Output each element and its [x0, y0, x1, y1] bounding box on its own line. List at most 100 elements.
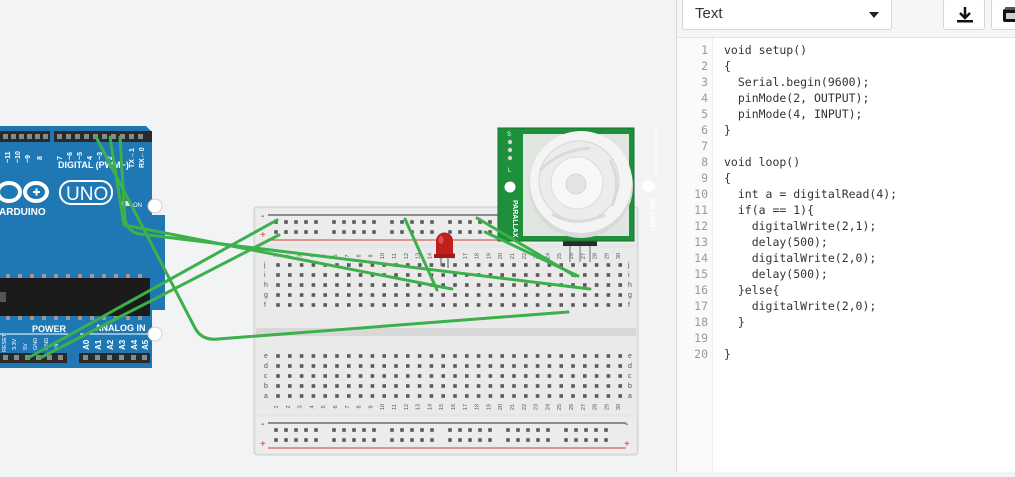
rail-hole[interactable]: [342, 428, 346, 432]
breadboard-hole[interactable]: [488, 303, 493, 307]
breadboard-hole[interactable]: [311, 303, 316, 307]
rail-hole[interactable]: [420, 220, 424, 224]
rail-hole[interactable]: [274, 438, 278, 442]
breadboard-hole[interactable]: [441, 354, 445, 358]
rail-hole[interactable]: [362, 230, 366, 234]
rail-hole[interactable]: [584, 438, 588, 442]
breadboard-hole[interactable]: [347, 303, 351, 307]
breadboard-hole[interactable]: [524, 293, 528, 297]
breadboard-hole[interactable]: [335, 384, 339, 388]
rail-hole[interactable]: [536, 438, 540, 442]
breadboard-hole[interactable]: [276, 364, 280, 368]
rail-hole[interactable]: [352, 428, 356, 432]
rail-hole[interactable]: [390, 438, 394, 442]
breadboard-hole[interactable]: [465, 293, 469, 297]
rail-hole[interactable]: [584, 428, 588, 432]
rail-hole[interactable]: [352, 230, 356, 234]
breadboard-hole[interactable]: [488, 394, 493, 398]
code-line[interactable]: pinMode(2, OUTPUT);: [724, 90, 870, 106]
breadboard-hole[interactable]: [618, 263, 622, 267]
breadboard-hole[interactable]: [382, 374, 386, 378]
breadboard-hole[interactable]: [465, 384, 469, 388]
breadboard-hole[interactable]: [382, 293, 386, 297]
breadboard-hole[interactable]: [606, 263, 611, 267]
rail-hole[interactable]: [546, 438, 550, 442]
breadboard-hole[interactable]: [500, 394, 504, 398]
rail-hole[interactable]: [478, 438, 482, 442]
breadboard-hole[interactable]: [276, 283, 280, 287]
breadboard-hole[interactable]: [323, 384, 327, 388]
breadboard-hole[interactable]: [583, 293, 587, 297]
rail-hole[interactable]: [448, 220, 452, 224]
breadboard-hole[interactable]: [358, 263, 363, 267]
rail-hole[interactable]: [294, 220, 298, 224]
rail-hole[interactable]: [332, 220, 336, 224]
breadboard-hole[interactable]: [453, 303, 457, 307]
rail-hole[interactable]: [400, 230, 404, 234]
code-line[interactable]: delay(500);: [724, 234, 828, 250]
breadboard-hole[interactable]: [441, 394, 445, 398]
breadboard-hole[interactable]: [311, 384, 316, 388]
rail-hole[interactable]: [564, 438, 568, 442]
breadboard-hole[interactable]: [524, 394, 528, 398]
breadboard-hole[interactable]: [382, 384, 386, 388]
code-line[interactable]: digitalWrite(2,0);: [724, 298, 877, 314]
breadboard-hole[interactable]: [299, 374, 304, 378]
breadboard-hole[interactable]: [370, 394, 375, 398]
breadboard-hole[interactable]: [535, 364, 540, 368]
breadboard-hole[interactable]: [512, 364, 516, 368]
breadboard-hole[interactable]: [524, 273, 528, 277]
rail-hole[interactable]: [430, 220, 434, 224]
breadboard-hole[interactable]: [382, 283, 386, 287]
breadboard-hole[interactable]: [500, 364, 504, 368]
breadboard-hole[interactable]: [417, 293, 422, 297]
breadboard-hole[interactable]: [618, 303, 622, 307]
rail-hole[interactable]: [458, 438, 462, 442]
breadboard-hole[interactable]: [323, 374, 327, 378]
breadboard-hole[interactable]: [311, 293, 316, 297]
code-line[interactable]: digitalWrite(2,1);: [724, 218, 877, 234]
breadboard-hole[interactable]: [288, 303, 292, 307]
breadboard-hole[interactable]: [370, 283, 375, 287]
rail-hole[interactable]: [430, 230, 434, 234]
breadboard-hole[interactable]: [618, 283, 622, 287]
breadboard-hole[interactable]: [476, 384, 481, 388]
rail-hole[interactable]: [604, 428, 608, 432]
breadboard-hole[interactable]: [571, 394, 575, 398]
breadboard-hole[interactable]: [547, 394, 552, 398]
rail-hole[interactable]: [506, 428, 510, 432]
rail-hole[interactable]: [458, 230, 462, 234]
breadboard-hole[interactable]: [465, 354, 469, 358]
breadboard-hole[interactable]: [488, 283, 493, 287]
breadboard-hole[interactable]: [547, 303, 552, 307]
rail-hole[interactable]: [400, 428, 404, 432]
rail-hole[interactable]: [468, 428, 472, 432]
rail-hole[interactable]: [294, 438, 298, 442]
breadboard-hole[interactable]: [441, 263, 445, 267]
breadboard-hole[interactable]: [299, 354, 304, 358]
breadboard-hole[interactable]: [394, 354, 398, 358]
breadboard-hole[interactable]: [406, 293, 410, 297]
breadboard-hole[interactable]: [335, 303, 339, 307]
rail-hole[interactable]: [506, 438, 510, 442]
breadboard-hole[interactable]: [512, 283, 516, 287]
breadboard-hole[interactable]: [299, 263, 304, 267]
breadboard-hole[interactable]: [594, 273, 599, 277]
rail-hole[interactable]: [468, 230, 472, 234]
breadboard-hole[interactable]: [512, 384, 516, 388]
breadboard-hole[interactable]: [618, 293, 622, 297]
breadboard-hole[interactable]: [488, 364, 493, 368]
breadboard-hole[interactable]: [311, 364, 316, 368]
breadboard-hole[interactable]: [524, 283, 528, 287]
breadboard-hole[interactable]: [606, 364, 611, 368]
rail-hole[interactable]: [304, 428, 308, 432]
breadboard-hole[interactable]: [441, 303, 445, 307]
breadboard-hole[interactable]: [358, 354, 363, 358]
breadboard-hole[interactable]: [406, 273, 410, 277]
breadboard-hole[interactable]: [276, 303, 280, 307]
breadboard-hole[interactable]: [323, 303, 327, 307]
rail-hole[interactable]: [430, 428, 434, 432]
code-line[interactable]: }: [724, 346, 731, 362]
breadboard-hole[interactable]: [606, 394, 611, 398]
breadboard-hole[interactable]: [429, 394, 434, 398]
